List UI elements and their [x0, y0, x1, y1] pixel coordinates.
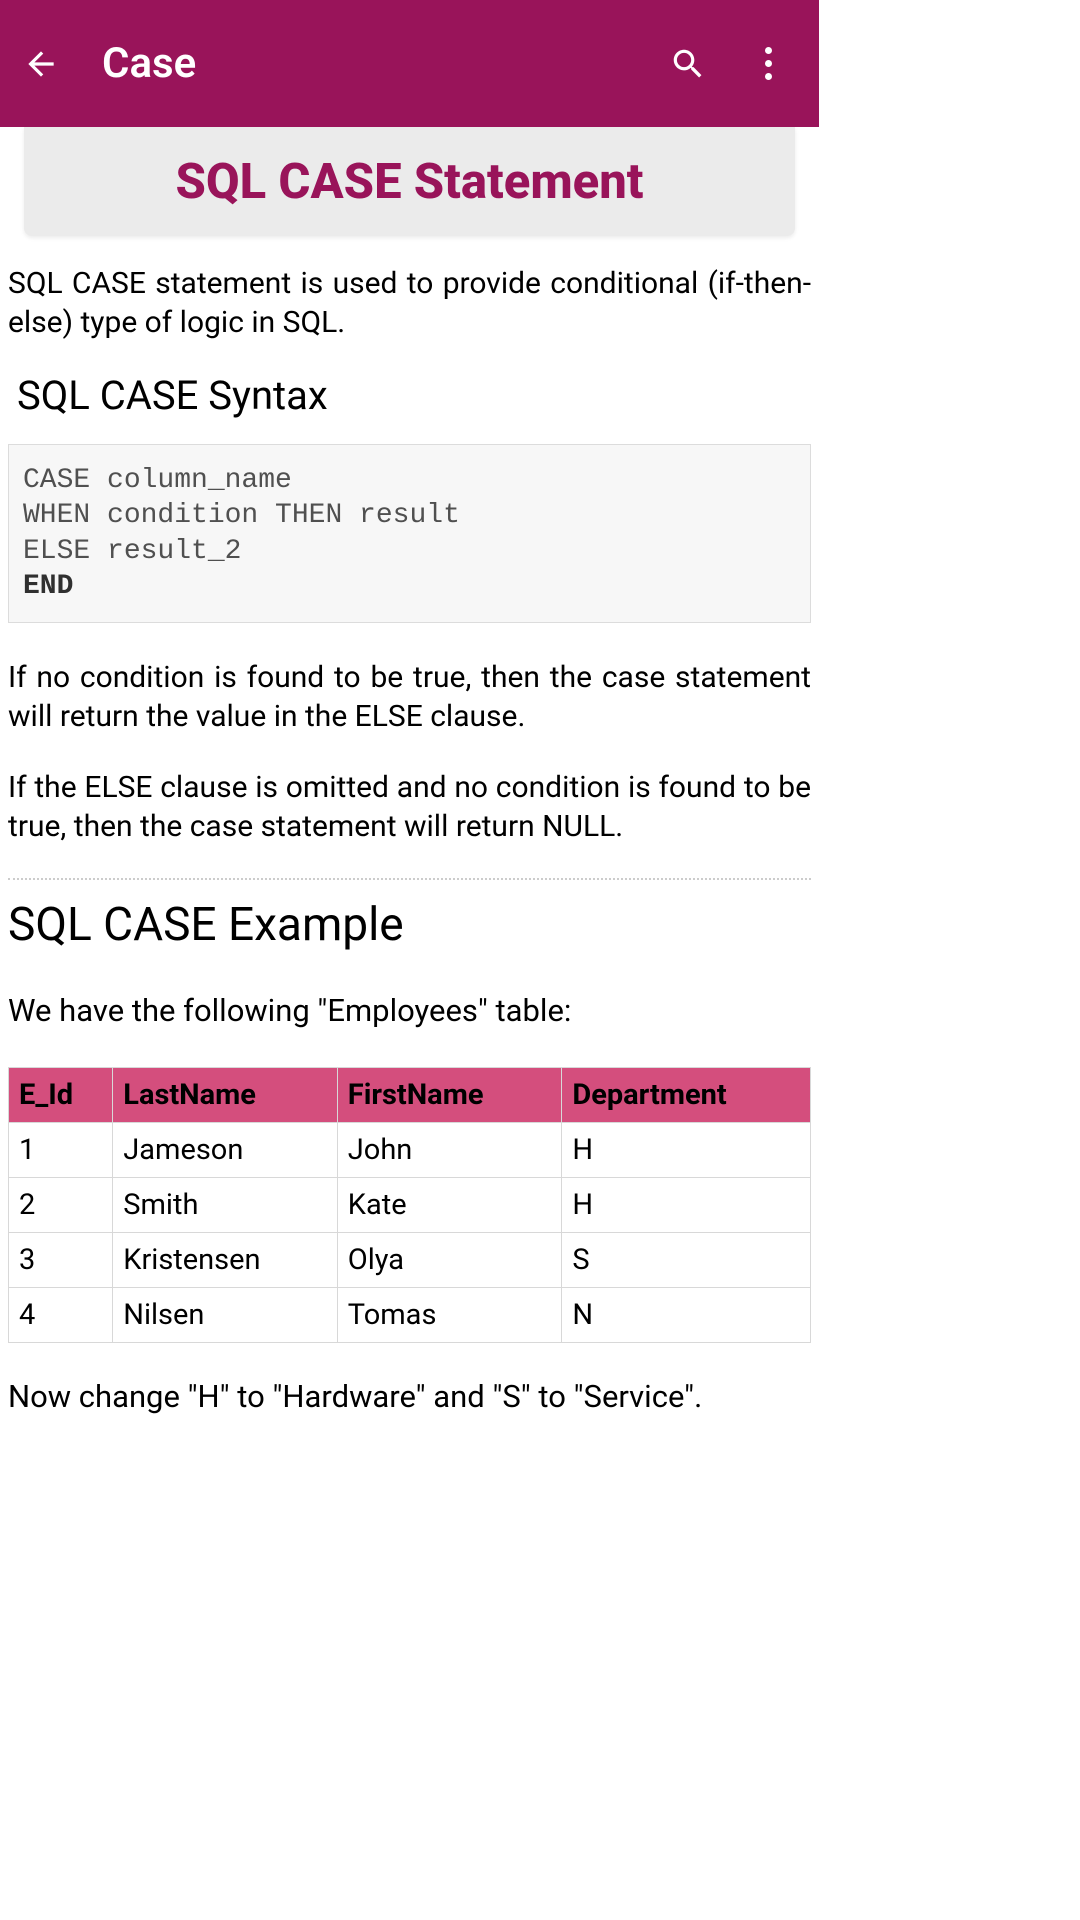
more-vert-icon[interactable] — [747, 43, 789, 85]
content-area: SQL CASE statement is used to provide co… — [0, 248, 819, 1415]
table-header-row: E_Id LastName FirstName Department — [9, 1068, 811, 1123]
table-cell: Kate — [337, 1178, 562, 1233]
table-cell: N — [562, 1288, 811, 1343]
table-header-eid: E_Id — [9, 1068, 113, 1123]
table-cell: 2 — [9, 1178, 113, 1233]
code-line: CASE column_name — [23, 463, 796, 498]
title-card: SQL CASE Statement — [24, 127, 795, 236]
table-intro: We have the following "Employees" table: — [8, 992, 811, 1029]
app-header: Case — [0, 0, 819, 127]
table-cell: Smith — [113, 1178, 338, 1233]
code-line: END — [23, 569, 796, 604]
code-line: ELSE result_2 — [23, 534, 796, 569]
code-block: CASE column_name WHEN condition THEN res… — [8, 444, 811, 623]
header-title: Case — [102, 39, 196, 88]
table-row: 4 Nilsen Tomas N — [9, 1288, 811, 1343]
section-divider — [8, 878, 811, 880]
example-heading: SQL CASE Example — [8, 898, 811, 952]
back-arrow-icon[interactable] — [20, 43, 62, 85]
table-cell: Kristensen — [113, 1233, 338, 1288]
table-cell: 1 — [9, 1123, 113, 1178]
intro-text: SQL CASE statement is used to provide co… — [8, 264, 811, 342]
body-paragraph: If no condition is found to be true, the… — [8, 658, 811, 736]
table-cell: Jameson — [113, 1123, 338, 1178]
code-line: WHEN condition THEN result — [23, 498, 796, 533]
table-cell: Olya — [337, 1233, 562, 1288]
page-title: SQL CASE Statement — [44, 153, 775, 210]
table-header-lastname: LastName — [113, 1068, 338, 1123]
employees-table: E_Id LastName FirstName Department 1 Jam… — [8, 1067, 811, 1343]
table-cell: Nilsen — [113, 1288, 338, 1343]
table-cell: S — [562, 1233, 811, 1288]
table-row: 1 Jameson John H — [9, 1123, 811, 1178]
table-header-department: Department — [562, 1068, 811, 1123]
table-cell: H — [562, 1178, 811, 1233]
syntax-heading: SQL CASE Syntax — [17, 372, 811, 419]
table-cell: John — [337, 1123, 562, 1178]
table-row: 3 Kristensen Olya S — [9, 1233, 811, 1288]
table-row: 2 Smith Kate H — [9, 1178, 811, 1233]
body-paragraph: If the ELSE clause is omitted and no con… — [8, 768, 811, 846]
table-cell: 3 — [9, 1233, 113, 1288]
search-icon[interactable] — [667, 43, 709, 85]
table-cell: 4 — [9, 1288, 113, 1343]
table-header-firstname: FirstName — [337, 1068, 562, 1123]
table-cell: Tomas — [337, 1288, 562, 1343]
table-cell: H — [562, 1123, 811, 1178]
footer-text: Now change "H" to "Hardware" and "S" to … — [8, 1378, 811, 1415]
